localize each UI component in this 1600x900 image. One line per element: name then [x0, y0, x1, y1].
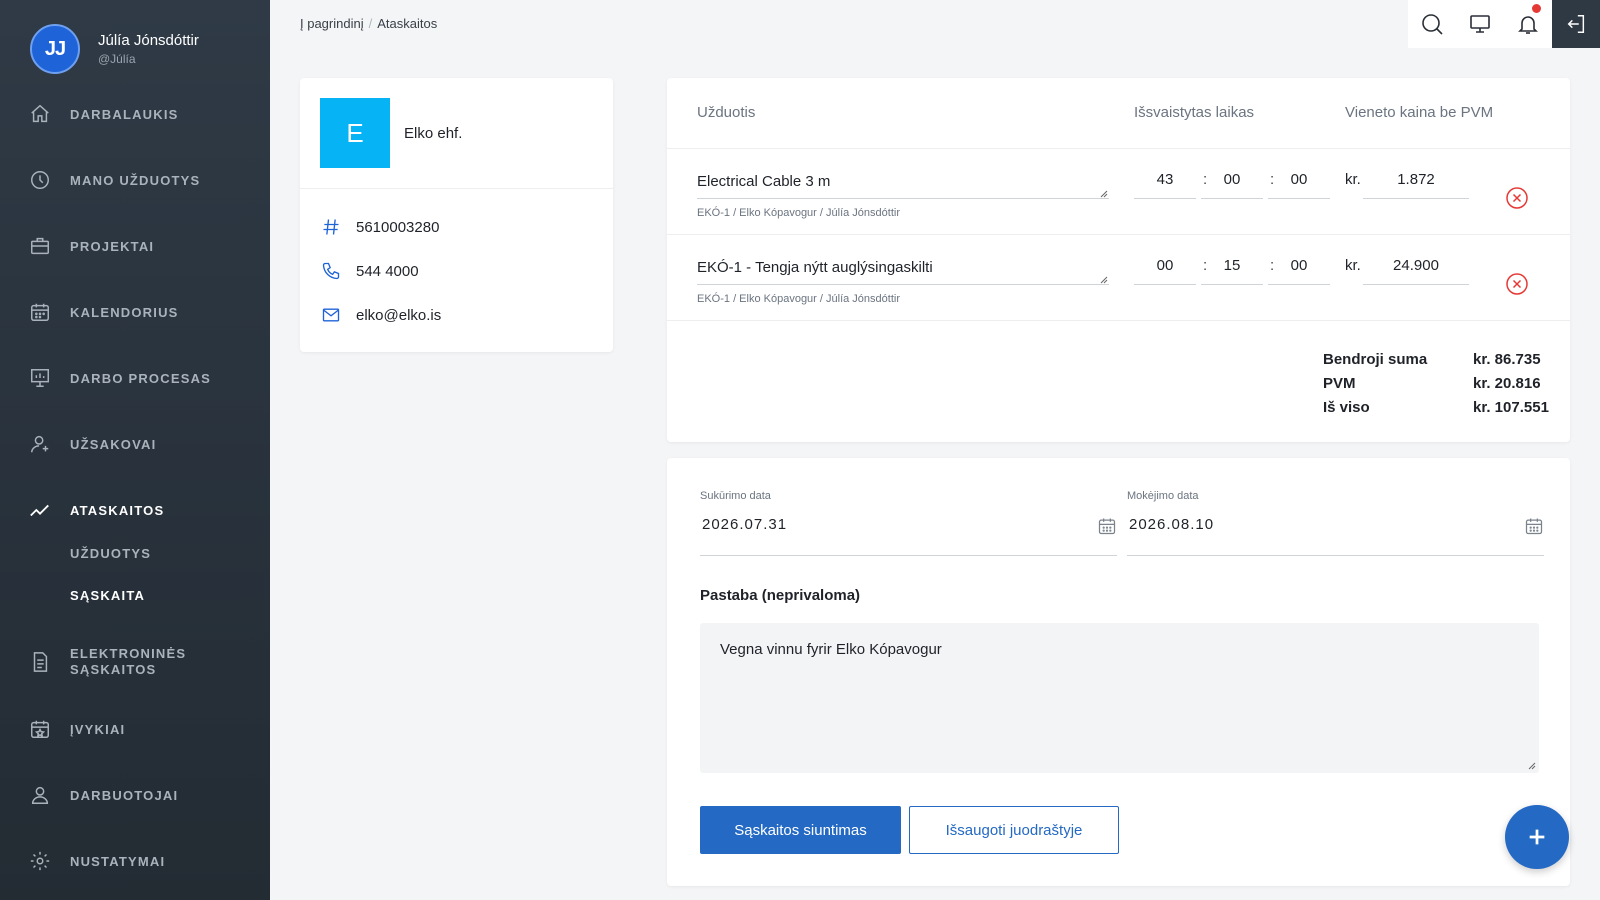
- customer-email[interactable]: elko@elko.is: [356, 307, 441, 324]
- hours-input[interactable]: 00: [1134, 251, 1196, 285]
- vat-label: PVM: [1323, 375, 1356, 392]
- nav-item-calendar[interactable]: KALENDORIUS: [28, 300, 179, 324]
- due-date-field: Mokėjimo data 2026.08.10: [1127, 490, 1544, 556]
- nav-item-employees[interactable]: DARBUOTOJAI: [28, 783, 178, 807]
- total-value: kr. 107.551: [1473, 399, 1549, 416]
- nav-item-workflow[interactable]: DARBO PROCESAS: [28, 366, 211, 390]
- table-row: EKÓ-1 - Tengja nýtt auglýsingaskilti EKÓ…: [667, 235, 1570, 321]
- nav-item-dashboard[interactable]: DARBALAUKIS: [28, 102, 179, 126]
- breadcrumb-current: Ataskaitos: [377, 16, 438, 31]
- nav-item-settings[interactable]: NUSTATYMAI: [28, 849, 165, 873]
- send-invoice-button[interactable]: Sąskaitos siuntimas: [700, 806, 901, 854]
- minutes-input[interactable]: 00: [1201, 165, 1263, 199]
- currency-label: kr.: [1345, 171, 1361, 188]
- mail-icon: [320, 305, 342, 325]
- customer-phone: 544 4000: [356, 262, 419, 280]
- search-icon: [1422, 14, 1443, 35]
- nav-item-projects[interactable]: PROJEKTAI: [28, 234, 154, 258]
- seconds-input[interactable]: 00: [1268, 165, 1330, 199]
- logout-button[interactable]: [1552, 0, 1600, 48]
- plus-icon: [1529, 829, 1545, 845]
- logout-icon: [1567, 15, 1585, 33]
- user-handle: @Júlía: [98, 52, 136, 66]
- screen-button[interactable]: [1456, 0, 1504, 48]
- created-date-input[interactable]: 2026.07.31: [700, 516, 1117, 556]
- task-subtitle: EKÓ-1 / Elko Kópavogur / Júlía Jónsdótti…: [697, 207, 900, 219]
- remove-row-icon[interactable]: [1505, 186, 1529, 210]
- gear-icon: [28, 849, 52, 873]
- vat-value: kr. 20.816: [1473, 375, 1541, 392]
- briefcase-icon: [28, 234, 52, 258]
- remove-row-icon[interactable]: [1505, 272, 1529, 296]
- trend-line-icon: [28, 498, 52, 522]
- resize-handle-icon: [1100, 276, 1108, 284]
- calendar-icon[interactable]: [1097, 516, 1117, 536]
- presentation-chart-icon: [28, 366, 52, 390]
- subtotal-label: Bendroji suma: [1323, 351, 1428, 368]
- currency-label: kr.: [1345, 257, 1361, 274]
- users-icon: [28, 783, 52, 807]
- created-date-label: Sukūrimo data: [700, 490, 771, 502]
- sidebar: JJ Júlía Jónsdóttir @Júlía DARBALAUKIS M…: [0, 0, 270, 900]
- due-date-input[interactable]: 2026.08.10: [1127, 516, 1544, 556]
- save-draft-button[interactable]: Išsaugoti juodraštyje: [909, 806, 1119, 854]
- minutes-input[interactable]: 15: [1201, 251, 1263, 285]
- nav-item-my-tasks[interactable]: MANO UŽDUOTYS: [28, 168, 200, 192]
- top-toolbar: [1408, 0, 1552, 48]
- user-name: Júlía Jónsdóttir: [98, 32, 199, 49]
- nav-item-clients[interactable]: UŽSAKOVAI: [28, 432, 156, 456]
- bell-icon: [1518, 16, 1538, 34]
- monitor-icon: [1470, 15, 1490, 33]
- nav-item-events[interactable]: ĮVYKIAI: [28, 717, 125, 741]
- task-input[interactable]: Electrical Cable 3 m: [697, 165, 1109, 199]
- clock-icon: [28, 168, 52, 192]
- add-button[interactable]: [1505, 805, 1569, 869]
- search-button[interactable]: [1408, 0, 1456, 48]
- customer-name: Elko ehf.: [404, 124, 463, 142]
- nav-sub-invoice[interactable]: SĄSKAITA: [70, 588, 145, 603]
- customer-card: E Elko ehf. 5610003280 544 4000 elko@elk…: [300, 78, 613, 352]
- notifications-button[interactable]: [1504, 0, 1552, 48]
- header-price: Vieneto kaina be PVM: [1345, 104, 1494, 121]
- breadcrumb-home[interactable]: Į pagrindinį: [300, 16, 364, 31]
- price-input[interactable]: 24.900: [1363, 251, 1469, 285]
- items-header: Užduotis Išsvaistytas laikas Vieneto kai…: [667, 78, 1570, 149]
- hash-icon: [320, 217, 342, 237]
- nav-sub-tasks[interactable]: UŽDUOTYS: [70, 546, 151, 561]
- created-date-field: Sukūrimo data 2026.07.31: [700, 490, 1117, 556]
- subtotal-value: kr. 86.735: [1473, 351, 1541, 368]
- due-date-label: Mokėjimo data: [1127, 490, 1199, 502]
- seconds-input[interactable]: 00: [1268, 251, 1330, 285]
- nav-item-reports[interactable]: ATASKAITOS: [28, 498, 164, 522]
- calendar-icon[interactable]: [1524, 516, 1544, 536]
- total-label: Iš viso: [1323, 399, 1370, 416]
- calendar-star-icon: [28, 717, 52, 741]
- notification-dot: [1532, 4, 1541, 13]
- user-icon: [28, 432, 52, 456]
- note-textarea[interactable]: Vegna vinnu fyrir Elko Kópavogur: [700, 623, 1539, 773]
- customer-logo: E: [320, 98, 390, 168]
- task-input[interactable]: EKÓ-1 - Tengja nýtt auglýsingaskilti: [697, 251, 1109, 285]
- nav-item-e-invoices[interactable]: ELEKTRONINĖS SĄSKAITOS: [28, 646, 186, 678]
- task-subtitle: EKÓ-1 / Elko Kópavogur / Júlía Jónsdótti…: [697, 293, 900, 305]
- header-time: Išsvaistytas laikas: [1134, 104, 1255, 121]
- price-input[interactable]: 1.872: [1363, 165, 1469, 199]
- resize-handle-icon: [1528, 762, 1536, 770]
- invoice-details-card: Sukūrimo data 2026.07.31 Mokėjimo data 2…: [667, 458, 1570, 886]
- table-row: Electrical Cable 3 m EKÓ-1 / Elko Kópavo…: [667, 149, 1570, 235]
- invoice-items-card: Užduotis Išsvaistytas laikas Vieneto kai…: [667, 78, 1570, 442]
- hours-input[interactable]: 43: [1134, 165, 1196, 199]
- note-label: Pastaba (neprivaloma): [700, 587, 861, 604]
- resize-handle-icon: [1100, 190, 1108, 198]
- calendar-icon: [28, 300, 52, 324]
- avatar: JJ: [30, 24, 80, 74]
- document-icon: [28, 650, 52, 674]
- breadcrumb: Į pagrindinį / Ataskaitos: [300, 16, 438, 31]
- header-task: Užduotis: [697, 104, 756, 121]
- customer-id: 5610003280: [356, 218, 440, 236]
- home-icon: [28, 102, 52, 126]
- user-profile[interactable]: JJ Júlía Jónsdóttir @Júlía: [30, 24, 199, 74]
- phone-icon: [320, 261, 342, 281]
